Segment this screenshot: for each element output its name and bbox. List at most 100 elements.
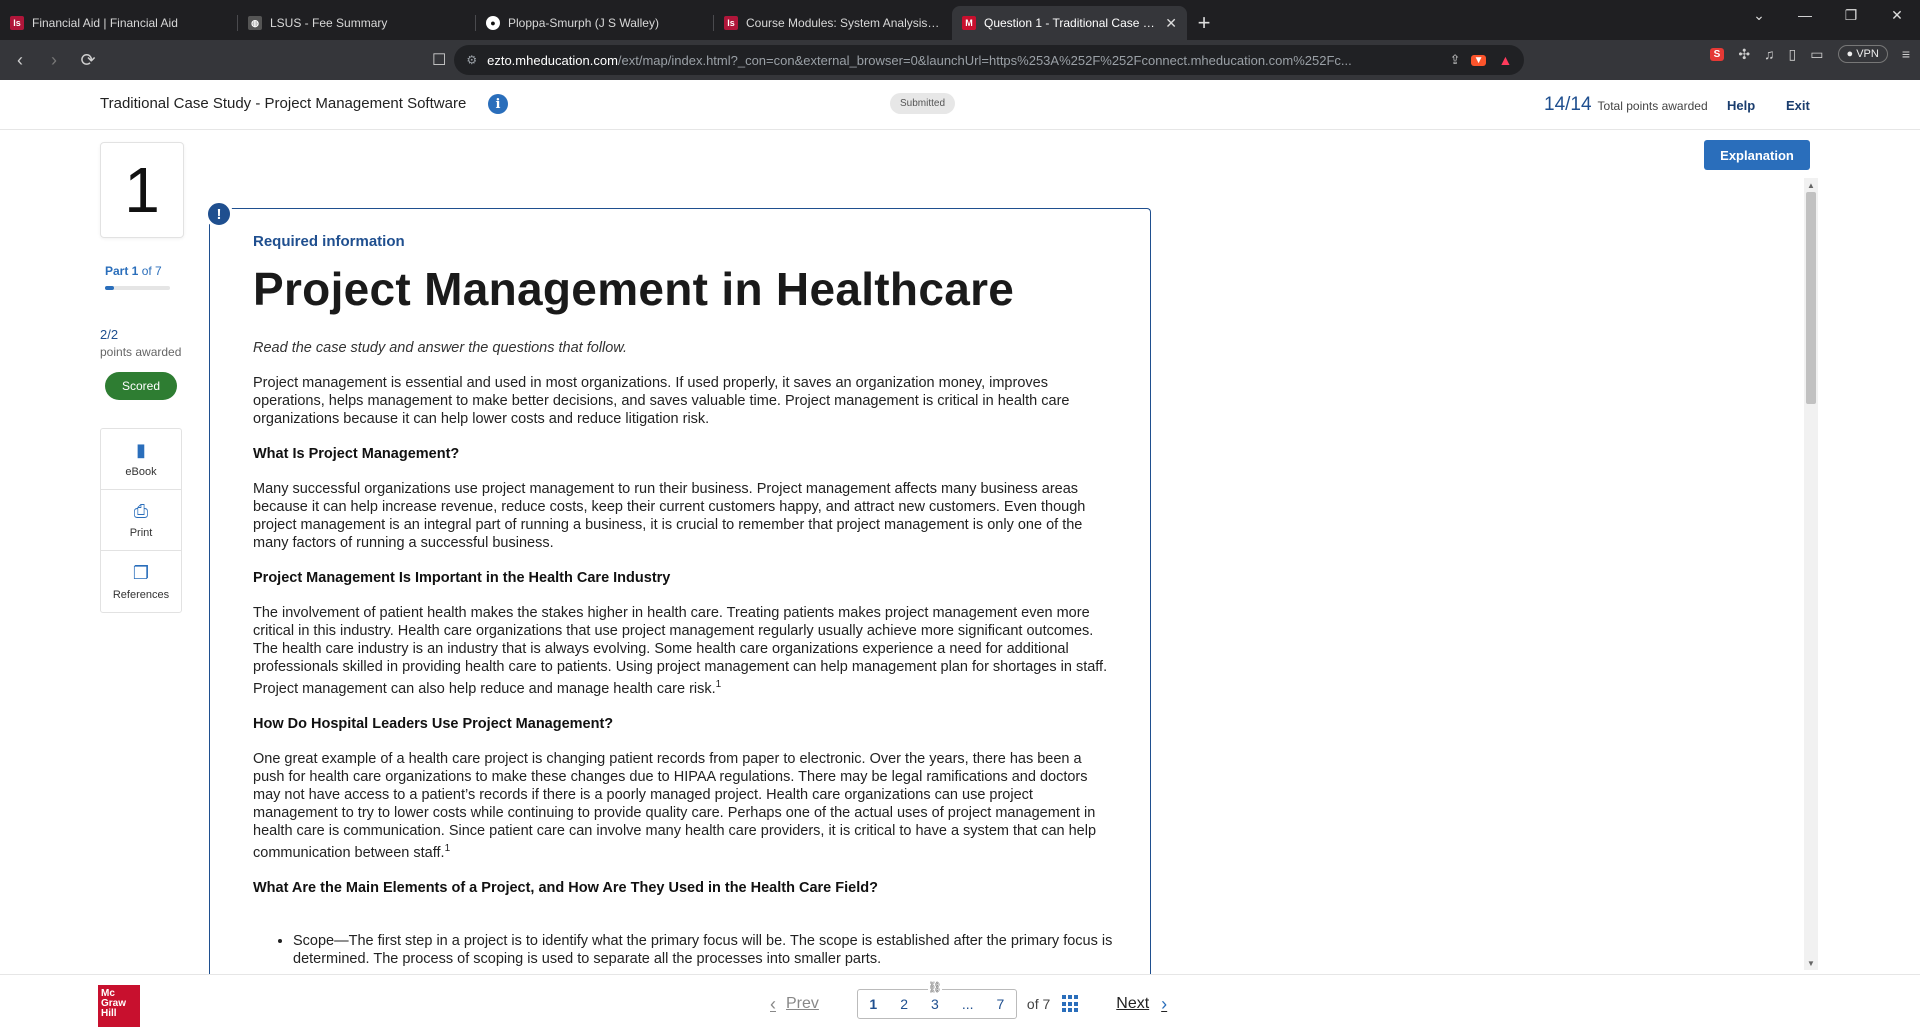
forward-icon[interactable]: › xyxy=(40,46,68,74)
part-label: Part 1 of 7 xyxy=(105,264,162,278)
url-host: ezto.mheducation.com xyxy=(487,52,618,68)
browser-tab[interactable]: ● Ploppa-Smurph (J S Walley) xyxy=(476,6,714,40)
tools-panel: ▮ eBook ⎙ Print ❐ References xyxy=(100,428,182,613)
window-controls: ⌄ — ❐ ✕ xyxy=(1736,0,1920,30)
brave-rewards-icon[interactable]: ▲ xyxy=(1498,52,1512,68)
tab-title: Financial Aid | Financial Aid xyxy=(32,16,178,30)
browser-tab-bar: ls Financial Aid | Financial Aid ◍ LSUS … xyxy=(0,0,1920,40)
share-icon[interactable]: ⇪ xyxy=(1450,52,1461,68)
grid-view-icon[interactable] xyxy=(1062,995,1080,1013)
score-label: points awarded xyxy=(100,345,182,359)
case-study-title: Project Management in Healthcare xyxy=(253,263,1015,315)
minimize-icon[interactable]: — xyxy=(1782,0,1828,30)
browser-tab[interactable]: ls Course Modules: System Analysis and xyxy=(714,6,952,40)
ebook-button[interactable]: ▮ eBook xyxy=(101,429,181,490)
scroll-down-icon[interactable]: ▼ xyxy=(1804,956,1818,970)
reload-icon[interactable]: ⟳ xyxy=(74,46,102,74)
required-info-label: Required information xyxy=(253,233,405,250)
scrollbar-thumb[interactable] xyxy=(1806,192,1816,404)
page-number[interactable]: 7 xyxy=(993,996,1009,1012)
github-icon: ● xyxy=(486,16,500,30)
new-tab-button[interactable]: + xyxy=(1187,6,1221,40)
paragraph: One great example of a health care proje… xyxy=(253,750,1097,861)
scroll-up-icon[interactable]: ▲ xyxy=(1804,178,1818,192)
brave-shields-icon[interactable]: ▼ xyxy=(1470,54,1487,66)
explanation-button[interactable]: Explanation xyxy=(1704,140,1810,170)
footer-bar: Mc Graw Hill ‹ Prev ⛓ 1 2 3 ... 7 of 7 Ne… xyxy=(0,974,1920,1032)
next-button[interactable]: Next › xyxy=(1116,994,1167,1015)
page-count: of 7 xyxy=(1026,996,1051,1012)
site-info-icon[interactable]: ⚙ xyxy=(466,53,477,67)
address-bar[interactable]: ⚙ ezto.mheducation.com /ext/map/index.ht… xyxy=(454,45,1525,75)
page-number[interactable]: 3 xyxy=(927,996,943,1012)
page-number[interactable]: 2 xyxy=(896,996,912,1012)
paragraph: Many successful organizations use projec… xyxy=(253,481,1086,551)
page-number[interactable]: 1 xyxy=(865,996,881,1012)
tab-title: Ploppa-Smurph (J S Walley) xyxy=(508,16,659,30)
total-points: 14/14 Total points awarded xyxy=(1544,94,1708,115)
menu-icon[interactable]: ≡ xyxy=(1902,46,1910,62)
list-item: Scope—The first step in a project is to … xyxy=(293,932,1113,968)
section-heading: What Are the Main Elements of a Project,… xyxy=(253,879,878,896)
extensions-puzzle-icon[interactable]: ✣ xyxy=(1738,46,1750,63)
close-tab-icon[interactable]: ✕ xyxy=(1165,15,1177,32)
media-icon[interactable]: ♫ xyxy=(1764,46,1775,62)
footnote-ref[interactable]: 1 xyxy=(445,843,451,854)
back-icon[interactable]: ‹ xyxy=(6,46,34,74)
chevron-right-icon: › xyxy=(1161,993,1168,1014)
ls-logo-icon: ls xyxy=(10,16,24,30)
part-progress-bar xyxy=(105,286,170,290)
case-study-intro: Read the case study and answer the quest… xyxy=(253,340,628,356)
section-heading: How Do Hospital Leaders Use Project Mana… xyxy=(253,715,614,732)
paragraph: The involvement of patient health makes … xyxy=(253,605,1108,697)
prev-button[interactable]: ‹ Prev xyxy=(770,994,819,1015)
printer-icon: ⎙ xyxy=(133,501,149,521)
tab-title: Question 1 - Traditional Case Stu xyxy=(984,16,1158,30)
paragraph: Project management is essential and used… xyxy=(253,375,1070,427)
extension-icons: S ✣ ♫ ▯ ▭ ● VPN ≡ xyxy=(1709,45,1910,63)
browser-toolbar: ‹ › ⟳ ☐ ⚙ ezto.mheducation.com /ext/map/… xyxy=(0,40,1920,80)
url-path: /ext/map/index.html?_con=con&external_br… xyxy=(617,52,1352,68)
browser-tab-active[interactable]: M Question 1 - Traditional Case Stu ✕ xyxy=(952,6,1187,40)
required-info-panel: Required information Project Management … xyxy=(209,208,1151,976)
question-number: 1 xyxy=(100,142,184,238)
mcgraw-m-icon: M xyxy=(962,16,976,30)
globe-icon: ◍ xyxy=(248,16,262,30)
link-icon: ⛓ xyxy=(927,981,942,994)
browser-tab[interactable]: ls Financial Aid | Financial Aid xyxy=(0,6,238,40)
pagination: ‹ Prev ⛓ 1 2 3 ... 7 of 7 Next › xyxy=(770,981,1167,1019)
book-icon: ▮ xyxy=(136,440,146,460)
extension-s-icon[interactable]: S xyxy=(1709,47,1725,61)
page-ellipsis: ... xyxy=(961,996,974,1012)
tab-search-icon[interactable]: ⌄ xyxy=(1736,0,1782,30)
restore-icon[interactable]: ❐ xyxy=(1828,0,1874,30)
help-link[interactable]: Help xyxy=(1727,98,1755,113)
assignment-title: Traditional Case Study - Project Managem… xyxy=(100,95,467,112)
score-value: 2/2 xyxy=(100,327,119,342)
references-button[interactable]: ❐ References xyxy=(101,551,181,612)
wallet-icon[interactable]: ▭ xyxy=(1810,46,1823,63)
section-heading: What Is Project Management? xyxy=(253,446,460,462)
print-button[interactable]: ⎙ Print xyxy=(101,490,181,551)
page-selector[interactable]: ⛓ 1 2 3 ... 7 xyxy=(856,981,1017,1019)
sidebar-icon[interactable]: ▯ xyxy=(1789,46,1797,63)
close-window-icon[interactable]: ✕ xyxy=(1874,0,1920,30)
exit-link[interactable]: Exit xyxy=(1786,98,1810,113)
scrollbar[interactable]: ▲ ▼ xyxy=(1804,178,1818,970)
alert-icon: ! xyxy=(205,200,233,228)
bookmark-icon[interactable]: ☐ xyxy=(432,50,446,70)
footnote-ref[interactable]: 1 xyxy=(716,679,722,690)
chevron-left-icon: ‹ xyxy=(770,993,776,1014)
scored-badge: Scored xyxy=(105,372,177,400)
case-study-content: Required information Project Management … xyxy=(253,233,1113,968)
mcgraw-hill-logo: Mc Graw Hill xyxy=(98,985,140,1027)
copy-icon: ❐ xyxy=(132,562,150,583)
elements-list: Scope—The first step in a project is to … xyxy=(253,932,1113,968)
browser-tab[interactable]: ◍ LSUS - Fee Summary xyxy=(238,6,476,40)
assignment-header: Traditional Case Study - Project Managem… xyxy=(0,80,1920,130)
section-heading: Project Management Is Important in the H… xyxy=(253,570,671,586)
info-icon[interactable]: i xyxy=(488,94,508,114)
vpn-button[interactable]: ● VPN xyxy=(1837,45,1888,63)
tab-title: LSUS - Fee Summary xyxy=(270,16,388,30)
tab-title: Course Modules: System Analysis and xyxy=(746,16,942,30)
